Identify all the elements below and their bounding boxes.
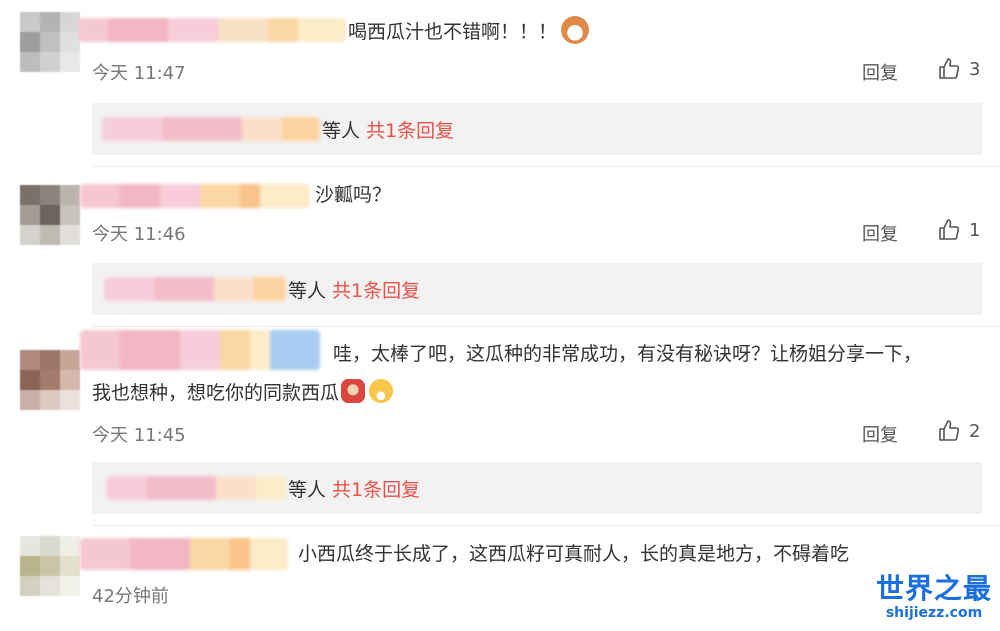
cat-face-icon xyxy=(561,16,590,44)
comment-time: 今天 11:46 xyxy=(92,224,186,245)
reply-button[interactable]: 回复 xyxy=(862,421,898,447)
reply-usernames-blurred xyxy=(106,476,286,500)
comment-text: 沙瓤吗？ xyxy=(315,184,392,206)
reply-summary-box[interactable]: 等人 共1条回复 xyxy=(92,103,982,155)
divider xyxy=(92,326,1000,327)
username-blurred[interactable] xyxy=(80,330,320,370)
avatar[interactable] xyxy=(20,12,80,72)
site-watermark: 世界之最 shijiezz.com xyxy=(872,572,996,622)
comment-text: 喝西瓜汁也不错啊！！！ xyxy=(348,16,590,47)
comment-time: 今天 11:45 xyxy=(92,425,186,446)
reply-summary-text: 等人 共1条回复 xyxy=(288,479,421,501)
reply-button[interactable]: 回复 xyxy=(862,220,898,246)
avatar[interactable] xyxy=(20,185,80,245)
thumbs-up-icon xyxy=(939,219,960,240)
like-button[interactable]: 3 xyxy=(937,57,980,81)
thumbs-up-icon xyxy=(939,58,960,79)
view-replies-link[interactable]: 共1条回复 xyxy=(366,120,454,142)
like-button[interactable]: 2 xyxy=(937,419,980,443)
divider xyxy=(92,525,1000,526)
comment-text: 小西瓜终于长成了，这西瓜籽可真耐人，长的真是地方，不碍着吃 xyxy=(298,543,850,565)
reply-usernames-blurred xyxy=(104,277,286,301)
like-count: 2 xyxy=(969,420,981,442)
divider xyxy=(92,166,1000,167)
reply-button[interactable]: 回复 xyxy=(862,59,898,85)
like-button[interactable]: 1 xyxy=(937,218,980,242)
username-blurred[interactable] xyxy=(80,538,288,570)
watermark-title: 世界之最 xyxy=(875,572,992,605)
comment-time: 42分钟前 xyxy=(92,586,169,607)
reply-usernames-blurred xyxy=(102,117,320,141)
watermark-domain: shijiezz.com xyxy=(885,605,983,621)
view-replies-link[interactable]: 共1条回复 xyxy=(332,479,420,501)
reply-summary-text: 等人 共1条回复 xyxy=(322,120,455,142)
laughing-face-icon xyxy=(369,379,394,403)
reply-summary-text: 等人 共1条回复 xyxy=(288,280,421,302)
comment-time: 今天 11:47 xyxy=(92,63,186,84)
thumbs-up-icon xyxy=(939,420,960,441)
reply-summary-box[interactable]: 等人 共1条回复 xyxy=(92,462,982,514)
like-count: 3 xyxy=(969,58,981,80)
like-count: 1 xyxy=(969,219,981,241)
watermelon-character-icon xyxy=(341,379,366,403)
avatar[interactable] xyxy=(20,536,80,596)
reply-summary-box[interactable]: 等人 共1条回复 xyxy=(92,263,982,315)
comment-text-line-2: 我也想种，想吃你的同款西瓜 xyxy=(92,378,394,408)
avatar[interactable] xyxy=(20,350,80,410)
username-blurred[interactable] xyxy=(80,184,310,208)
view-replies-link[interactable]: 共1条回复 xyxy=(332,280,420,302)
username-blurred[interactable] xyxy=(78,18,346,42)
comment-text-line-1: 哇，太棒了吧，这瓜种的非常成功，有没有秘诀呀？让杨姐分享一下， xyxy=(333,343,923,365)
